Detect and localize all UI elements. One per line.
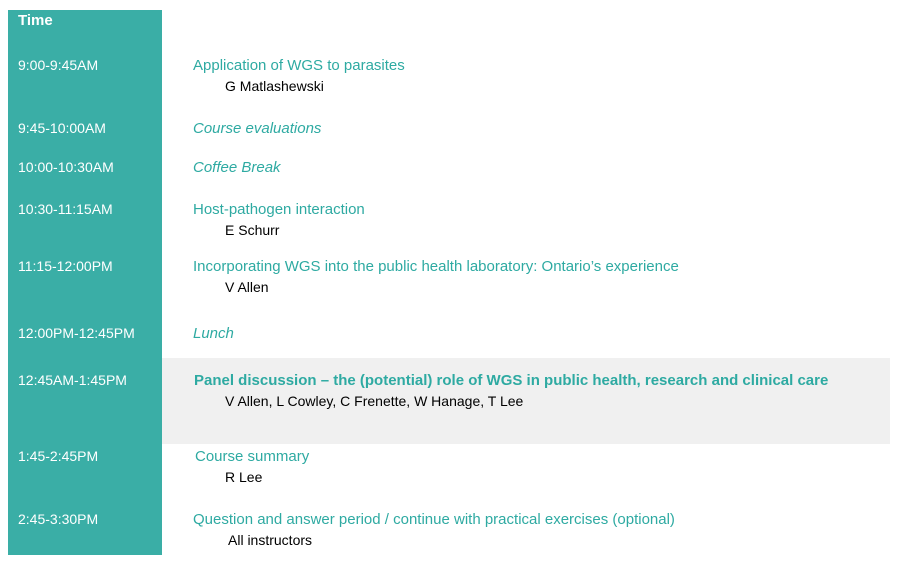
row-speaker: R Lee xyxy=(225,469,263,485)
row-title: Incorporating WGS into the public health… xyxy=(193,258,679,275)
row-time: 12:45AM-1:45PM xyxy=(18,372,127,388)
row-title: Application of WGS to parasites xyxy=(193,57,405,74)
row-title: Question and answer period / continue wi… xyxy=(193,511,675,528)
row-time: 1:45-2:45PM xyxy=(18,448,99,464)
row-speaker: All instructors xyxy=(228,532,313,548)
row-time: 9:45-10:00AM xyxy=(18,120,106,136)
row-title: Lunch xyxy=(193,325,234,342)
row-time: 10:00-10:30AM xyxy=(18,159,114,175)
row-time: 12:00PM-12:45PM xyxy=(18,325,135,341)
row-title: Course summary xyxy=(195,448,310,465)
time-column xyxy=(8,10,162,555)
row-title: Panel discussion – the (potential) role … xyxy=(194,372,829,389)
row-title: Course evaluations xyxy=(193,120,322,137)
row-speaker: V Allen xyxy=(225,279,269,295)
row-time: 2:45-3:30PM xyxy=(18,511,99,527)
row-time: 10:30-11:15AM xyxy=(18,201,113,217)
row-time: 11:15-12:00PM xyxy=(18,258,113,274)
row-speaker: E Schurr xyxy=(225,222,280,238)
time-header: Time xyxy=(18,12,53,29)
row-time: 9:00-9:45AM xyxy=(18,57,99,73)
row-speaker: V Allen, L Cowley, C Frenette, W Hanage,… xyxy=(225,393,524,409)
row-speaker: G Matlashewski xyxy=(225,78,324,94)
row-title: Host-pathogen interaction xyxy=(193,201,365,218)
row-title: Coffee Break xyxy=(193,159,281,176)
